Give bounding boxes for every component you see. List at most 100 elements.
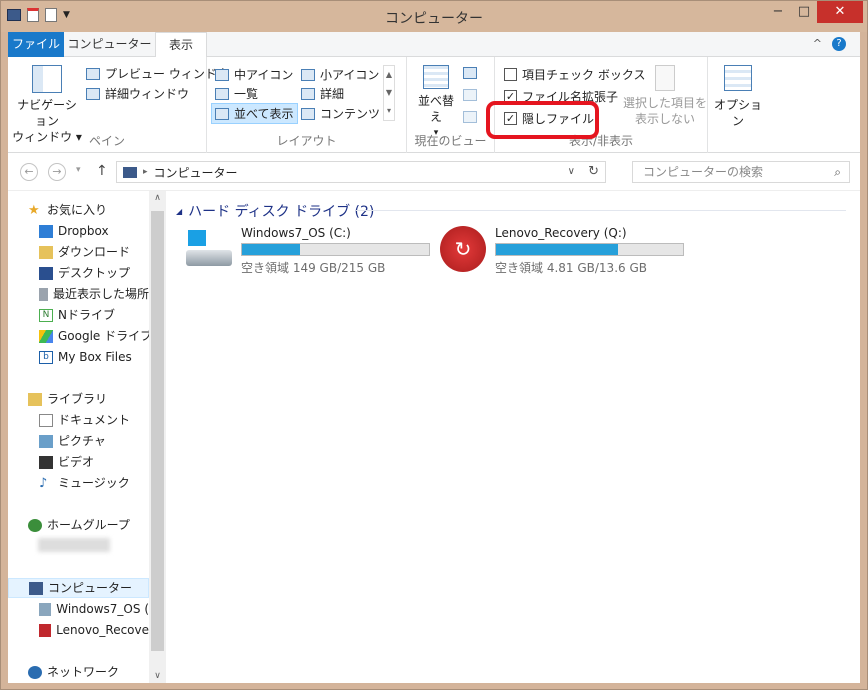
tab-view[interactable]: 表示 [155,32,207,58]
search-icon[interactable]: ⌕ [834,162,841,182]
address-dropdown-icon[interactable]: ∨ [568,166,575,177]
drive-usage-bar [495,243,684,256]
scroll-up-icon[interactable]: ∧ [149,193,166,203]
nav-win7-label: Windows7_OS ( [56,602,149,616]
group-divider [356,210,846,211]
list-icon [215,87,229,100]
options-label: オプション [713,98,762,128]
ribbon-tabs: ファイル コンピューター 表示 ^ ? [8,32,860,58]
google-drive-icon [39,329,53,343]
tab-computer[interactable]: コンピューター [64,32,155,57]
nav-download[interactable]: ダウンロード [39,242,130,262]
drive-tile[interactable]: ↻ Lenovo_Recovery (Q:) 空き領域 4.81 GB/13.6… [440,226,685,276]
nav-pane-label: ナビゲーション [17,98,77,128]
layout-list-label: 一覧 [234,87,259,101]
nav-videos[interactable]: ビデオ [39,452,94,472]
ribbon-collapse-icon[interactable]: ^ [813,37,822,50]
add-columns-icon[interactable] [463,89,477,101]
hide-selected-icon [655,65,675,91]
layout-content-label: コンテンツ [320,107,381,121]
sort-icon [423,65,449,89]
library-icon [28,392,42,406]
nav-videos-label: ビデオ [58,455,95,469]
hide-selected-button[interactable]: 選択した項目を 表示しない [623,65,707,127]
group-by-icon[interactable] [463,67,477,79]
maximize-button[interactable]: □ [791,1,817,23]
computer-icon [123,166,137,178]
close-button[interactable]: ✕ [817,1,863,23]
details-icon [301,87,315,100]
nav-favorites[interactable]: ★ お気に入り [28,200,107,220]
layout-content[interactable]: コンテンツ [301,105,380,122]
search-placeholder: コンピューターの検索 [643,165,764,179]
scroll-down-icon[interactable]: ∨ [149,671,166,681]
nav-documents[interactable]: ドキュメント [39,410,130,430]
nav-pictures[interactable]: ピクチャ [39,431,106,451]
options-button[interactable]: オプション [713,65,763,129]
dropbox-icon [39,224,53,238]
layout-small-icons[interactable]: 小アイコン [301,66,379,83]
nav-music[interactable]: ♪ ミュージック [39,473,130,493]
nav-documents-label: ドキュメント [58,413,131,427]
sort-label: 並べ替え [417,94,454,124]
nav-homegroup-label: ホームグループ [47,518,130,532]
document-icon [39,413,53,427]
nav-scroll-thumb[interactable] [151,211,164,651]
refresh-icon[interactable]: ↻ [588,164,599,179]
pictures-icon [39,434,53,448]
current-view-group: 並べ替え ▾ 現在のビュー [407,57,495,153]
layout-scroll[interactable]: ▲ ▼ ▾ [383,65,395,121]
nav-favorites-label: お気に入り [47,203,108,217]
minimize-button[interactable]: − [765,1,791,23]
layout-group: 中アイコン 小アイコン 一覧 詳細 並べて表示 コンテンツ ▲ ▼ ▾ レイアウト [207,57,407,153]
nav-gdrive-label: Google ドライブ [58,329,153,343]
computer-icon [29,581,43,595]
layout-list[interactable]: 一覧 [215,85,258,102]
drive-icon [39,602,52,616]
nav-network[interactable]: ネットワーク [28,662,119,682]
nav-homegroup[interactable]: ホームグループ [28,515,130,535]
preview-pane-icon [86,67,100,80]
nav-network-label: ネットワーク [47,665,120,679]
address-path[interactable]: コンピューター [154,164,238,181]
nav-dropbox[interactable]: Dropbox [39,221,109,241]
content-pane: ◢ ハード ディスク ドライブ (2) Windows7_OS (C:) 空き領域… [166,191,860,683]
layout-medium-icons[interactable]: 中アイコン [215,66,293,83]
nav-lenovo-drive[interactable]: Lenovo_Recove [39,620,149,640]
nav-mybox[interactable]: b My Box Files [39,347,132,367]
size-columns-icon[interactable] [463,111,477,123]
back-button[interactable]: ← [20,163,38,181]
details-pane-button[interactable]: 詳細ウィンドウ [86,85,189,102]
sort-button[interactable]: 並べ替え ▾ [413,65,459,141]
layout-tiles-label: 並べて表示 [234,107,294,121]
windows-drive-icon [186,230,232,268]
item-checkboxes-checkbox[interactable] [504,68,517,81]
nav-computer[interactable]: コンピューター [8,578,149,598]
layout-details[interactable]: 詳細 [301,85,344,102]
nav-computer-label: コンピューター [48,581,133,595]
layout-details-label: 詳細 [320,87,345,101]
tab-file[interactable]: ファイル [8,32,64,57]
nav-gdrive[interactable]: Google ドライブ [39,326,152,346]
up-button[interactable]: ↑ [96,163,108,179]
help-icon[interactable]: ? [832,37,846,51]
address-box[interactable]: ▸ コンピューター ∨ ↻ [116,161,606,183]
homegroup-icon [28,518,42,532]
nav-recent[interactable]: 最近表示した場所 [39,284,149,304]
nav-pictures-label: ピクチャ [58,434,106,448]
layout-small-label: 小アイコン [320,68,380,82]
layout-tiles[interactable]: 並べて表示 [211,103,298,124]
nav-ndrive[interactable]: N Nドライブ [39,305,115,325]
nav-libraries[interactable]: ライブラリ [28,389,107,409]
download-icon [39,245,53,259]
collapse-arrow-icon[interactable]: ◢ [176,207,182,216]
drive-tile[interactable]: Windows7_OS (C:) 空き領域 149 GB/215 GB [186,226,431,276]
search-input[interactable]: コンピューターの検索 ⌕ [632,161,850,183]
nav-desktop[interactable]: デスクトップ [39,263,130,283]
recent-dropdown-icon[interactable]: ▾ [76,165,81,175]
group-header[interactable]: ◢ ハード ディスク ドライブ (2) [176,201,374,221]
recent-places-icon [39,287,48,301]
nav-windows7-drive[interactable]: Windows7_OS ( [39,599,149,619]
nav-scrollbar[interactable]: ∧ ∨ [149,191,166,683]
forward-button[interactable]: → [48,163,66,181]
